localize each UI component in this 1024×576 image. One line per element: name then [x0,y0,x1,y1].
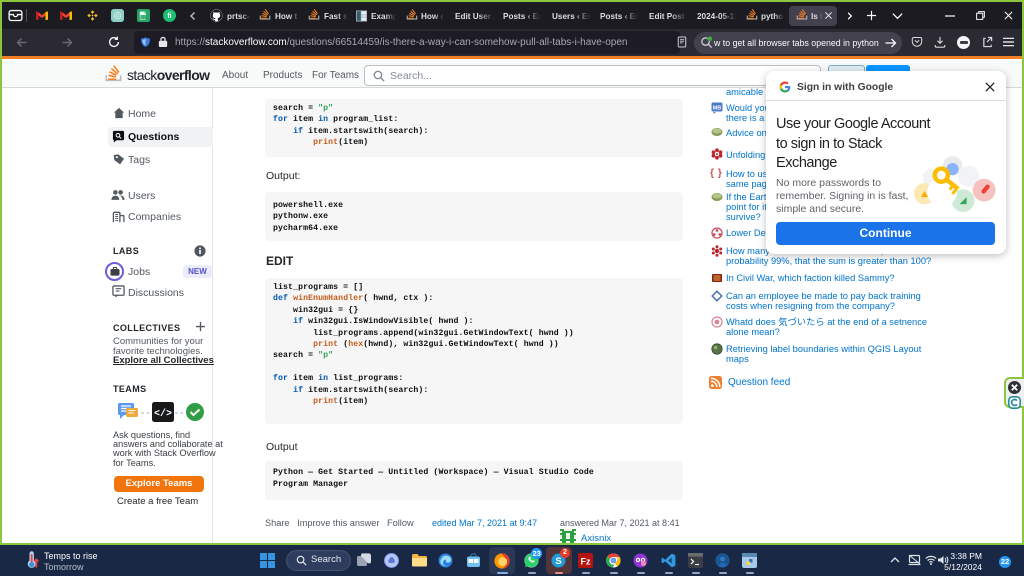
svg-text:MB: MB [713,106,722,112]
svg-text:fi: fi [167,13,171,20]
svg-text:</>: </> [154,408,172,420]
svg-text:Fz: Fz [581,556,591,566]
svg-text:S: S [555,556,561,567]
